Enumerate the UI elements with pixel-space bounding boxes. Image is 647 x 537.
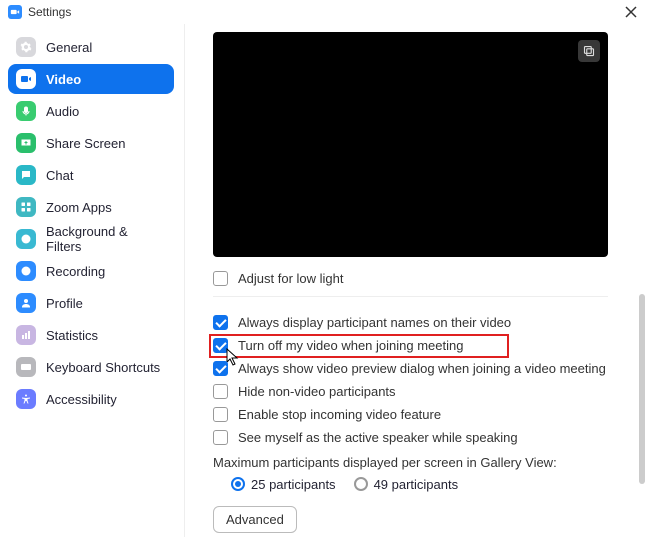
checkbox[interactable] <box>213 430 228 445</box>
share-icon <box>16 133 36 153</box>
video-option-row[interactable]: Always display participant names on thei… <box>213 315 627 330</box>
sidebar-item-label: Zoom Apps <box>46 200 112 215</box>
sidebar-item-label: Audio <box>46 104 79 119</box>
app-icon <box>8 5 22 19</box>
checkbox[interactable] <box>213 315 228 330</box>
sidebar-item-label: Recording <box>46 264 105 279</box>
sidebar-item-label: General <box>46 40 92 55</box>
sidebar-item-share[interactable]: Share Screen <box>8 128 174 158</box>
sidebar-item-video[interactable]: Video <box>8 64 174 94</box>
max-participants-label: Maximum participants displayed per scree… <box>213 455 627 470</box>
gallery-radio-group: 25 participants 49 participants <box>231 476 627 492</box>
titlebar: Settings <box>0 0 647 24</box>
sidebar-item-recording[interactable]: Recording <box>8 256 174 286</box>
settings-sidebar: General Video Audio Share Screen Chat Zoom Ap… <box>0 24 185 537</box>
filters-icon <box>16 229 36 249</box>
checkbox-label: Turn off my video when joining meeting <box>238 338 463 353</box>
gallery-radio-option[interactable]: 49 participants <box>354 477 459 492</box>
divider <box>213 296 608 297</box>
sidebar-item-accessibility[interactable]: Accessibility <box>8 384 174 414</box>
sidebar-item-label: Background & Filters <box>46 224 166 254</box>
profile-icon <box>16 293 36 313</box>
window-title: Settings <box>28 5 71 19</box>
checkbox[interactable] <box>213 338 228 353</box>
sidebar-item-profile[interactable]: Profile <box>8 288 174 318</box>
checkbox[interactable] <box>213 384 228 399</box>
video-option-row[interactable]: Always show video preview dialog when jo… <box>213 361 627 376</box>
sidebar-item-audio[interactable]: Audio <box>8 96 174 126</box>
video-option-row[interactable]: Enable stop incoming video feature <box>213 407 627 422</box>
apps-icon <box>16 197 36 217</box>
checkbox[interactable] <box>213 361 228 376</box>
radio[interactable] <box>354 477 368 491</box>
video-option-row[interactable]: Hide non-video participants <box>213 384 627 399</box>
sidebar-item-label: Chat <box>46 168 73 183</box>
recording-icon <box>16 261 36 281</box>
checkbox-label: Adjust for low light <box>238 271 344 286</box>
sidebar-item-gear[interactable]: General <box>8 32 174 62</box>
sidebar-item-chat[interactable]: Chat <box>8 160 174 190</box>
checkbox[interactable] <box>213 271 228 286</box>
radio[interactable] <box>231 477 245 491</box>
sidebar-item-stats[interactable]: Statistics <box>8 320 174 350</box>
checkbox-label: See myself as the active speaker while s… <box>238 430 518 445</box>
sidebar-item-label: Profile <box>46 296 83 311</box>
close-icon[interactable] <box>623 4 639 20</box>
chat-icon <box>16 165 36 185</box>
sidebar-item-apps[interactable]: Zoom Apps <box>8 192 174 222</box>
sidebar-item-label: Statistics <box>46 328 98 343</box>
sidebar-item-label: Video <box>46 72 81 87</box>
scrollbar[interactable] <box>639 84 645 504</box>
accessibility-icon <box>16 389 36 409</box>
audio-icon <box>16 101 36 121</box>
checkbox-label: Hide non-video participants <box>238 384 396 399</box>
sidebar-item-label: Keyboard Shortcuts <box>46 360 160 375</box>
radio-label: 49 participants <box>374 477 459 492</box>
video-icon <box>16 69 36 89</box>
checkbox-label: Always show video preview dialog when jo… <box>238 361 606 376</box>
gear-icon <box>16 37 36 57</box>
adjust-low-light-row[interactable]: Adjust for low light <box>213 271 627 286</box>
settings-content: Adjust for low light Always display part… <box>185 24 647 537</box>
checkbox-label: Enable stop incoming video feature <box>238 407 441 422</box>
video-option-row[interactable]: See myself as the active speaker while s… <box>213 430 627 445</box>
checkbox[interactable] <box>213 407 228 422</box>
video-preview <box>213 32 608 257</box>
sidebar-item-filters[interactable]: Background & Filters <box>8 224 174 254</box>
keyboard-icon <box>16 357 36 377</box>
sidebar-item-keyboard[interactable]: Keyboard Shortcuts <box>8 352 174 382</box>
sidebar-item-label: Share Screen <box>46 136 126 151</box>
advanced-button[interactable]: Advanced <box>213 506 297 533</box>
sidebar-item-label: Accessibility <box>46 392 117 407</box>
video-option-row[interactable]: Turn off my video when joining meeting <box>213 338 627 353</box>
preview-expand-button[interactable] <box>578 40 600 62</box>
gallery-radio-option[interactable]: 25 participants <box>231 477 336 492</box>
radio-label: 25 participants <box>251 477 336 492</box>
checkbox-label: Always display participant names on thei… <box>238 315 511 330</box>
stats-icon <box>16 325 36 345</box>
scroll-thumb[interactable] <box>639 294 645 484</box>
